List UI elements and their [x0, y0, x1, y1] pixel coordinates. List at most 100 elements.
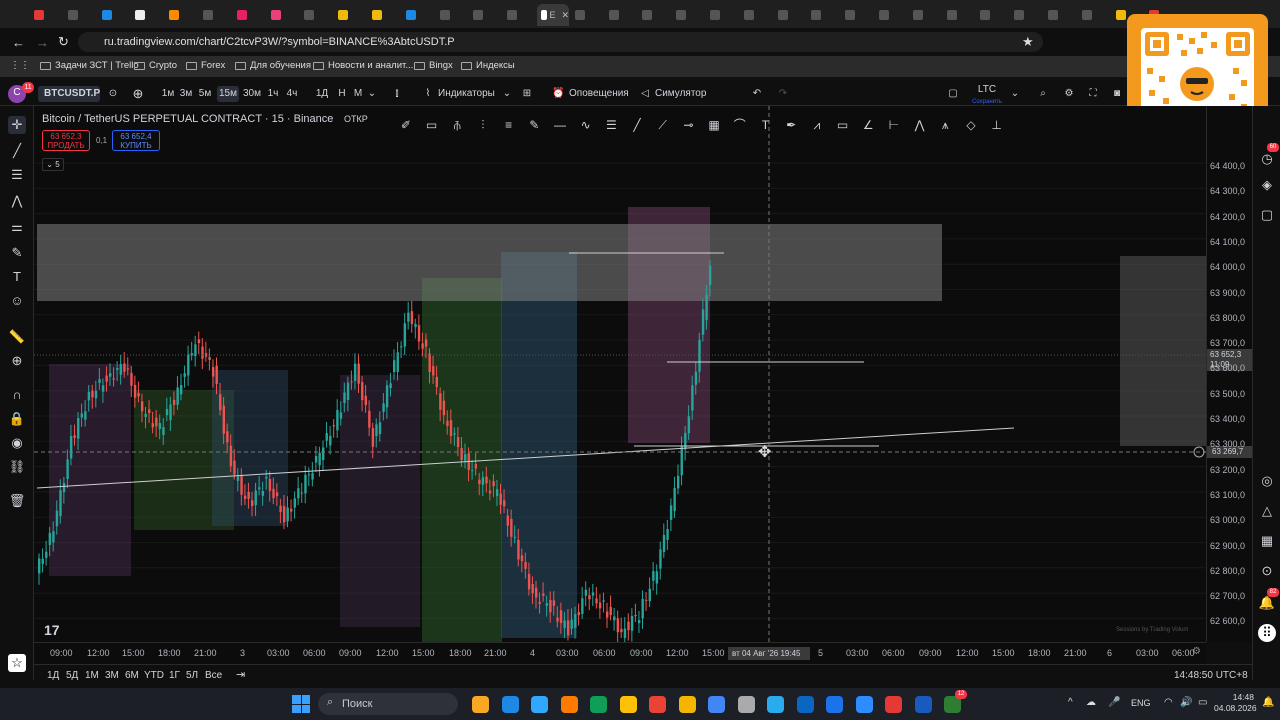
- horizontal-line-icon[interactable]: —: [547, 115, 573, 135]
- tab-close-icon[interactable]: ✕: [561, 10, 569, 21]
- regression-icon[interactable]: ⩘: [804, 115, 830, 135]
- price-scale[interactable]: 63 652,3 11:09 63 269,7 64 400,0 64 300,0 6…: [1206, 106, 1253, 642]
- indicators-collapse[interactable]: ⌄ 5: [42, 158, 64, 171]
- layout-name[interactable]: LTC Сохранить: [972, 84, 1002, 105]
- path-icon[interactable]: ∿: [573, 115, 599, 135]
- fib-retracement-icon[interactable]: ☰: [599, 115, 625, 135]
- quick-search-icon[interactable]: ⌕: [1036, 86, 1050, 102]
- interval-3[interactable]: 15м: [217, 86, 239, 102]
- browser-tab[interactable]: [774, 4, 806, 26]
- brush-icon[interactable]: ✎: [521, 115, 547, 135]
- range-button[interactable]: 1Д: [47, 670, 59, 681]
- tray-chevron-icon[interactable]: ^: [1068, 697, 1073, 708]
- calendar-icon[interactable]: ▦: [1258, 532, 1276, 550]
- apps-grid-icon[interactable]: ⠿: [1258, 624, 1276, 642]
- price-chart[interactable]: ✥: [34, 106, 1206, 642]
- diamond-icon[interactable]: ◇: [958, 115, 984, 135]
- brush-icon[interactable]: ✎: [8, 244, 26, 262]
- hotlist-icon[interactable]: △: [1258, 502, 1276, 520]
- extended-line-icon[interactable]: ⟋: [650, 115, 676, 135]
- marker-icon[interactable]: ✒: [778, 115, 804, 135]
- magnet-icon[interactable]: ∩: [8, 386, 26, 404]
- reload-icon[interactable]: ↻: [58, 34, 69, 50]
- browser-tab[interactable]: [943, 4, 975, 26]
- cloud-icon[interactable]: ☁: [1086, 697, 1096, 708]
- interval-8[interactable]: Н: [334, 86, 350, 102]
- range-button[interactable]: 6М: [125, 670, 139, 681]
- browser-tab[interactable]: [503, 4, 535, 26]
- text-tool-icon[interactable]: T: [8, 268, 26, 286]
- trendline-icon[interactable]: ╱: [8, 142, 26, 160]
- pattern-icon[interactable]: ⋀: [8, 192, 26, 210]
- bookmark-item[interactable]: Задачи ЗСТ | Trello: [40, 60, 139, 71]
- interval-4[interactable]: 30м: [241, 86, 263, 102]
- channel-icon[interactable]: ≡: [496, 115, 522, 135]
- range-button[interactable]: 5Л: [186, 670, 198, 681]
- browser-tab[interactable]: [436, 4, 468, 26]
- explorer-icon[interactable]: [619, 696, 637, 713]
- symbol-search[interactable]: BTCUSDT.P: [38, 86, 100, 102]
- range-button[interactable]: 3М: [105, 670, 119, 681]
- browser-tab[interactable]: [1010, 4, 1042, 26]
- indicators-dropdown-icon[interactable]: ⌄: [502, 86, 512, 102]
- browser-tab[interactable]: [300, 4, 332, 26]
- browser-tab[interactable]: [976, 4, 1008, 26]
- windows-start-icon[interactable]: [292, 695, 310, 713]
- range-button[interactable]: 5Д: [66, 670, 78, 681]
- link-icon[interactable]: ⛓: [8, 458, 26, 476]
- arc-icon[interactable]: ⌒: [727, 115, 753, 135]
- photoshop-icon[interactable]: [531, 696, 548, 713]
- system-clock[interactable]: 14:48 04.08.2026: [1214, 692, 1257, 714]
- sell-button[interactable]: 63 652,3 ПРОДАТЬ: [42, 130, 90, 151]
- zoom-icon[interactable]: [855, 696, 873, 713]
- measure-icon[interactable]: ⊢: [881, 115, 907, 135]
- fib-icon[interactable]: ☰: [8, 166, 26, 184]
- range-button[interactable]: 1Г: [169, 670, 180, 681]
- chat-icon[interactable]: ▢: [1258, 206, 1276, 224]
- browser-tab[interactable]: [740, 4, 772, 26]
- taskbar-search[interactable]: Поиск: [318, 693, 458, 715]
- replay-icon[interactable]: ◁: [638, 86, 652, 102]
- ray-icon[interactable]: ╱: [624, 115, 650, 135]
- pencil-icon[interactable]: ✐: [393, 115, 419, 135]
- browser-tab[interactable]: [64, 4, 96, 26]
- bookmark-item[interactable]: Новости и аналит...: [313, 60, 413, 71]
- bookmark-item[interactable]: Для обучения: [235, 60, 311, 71]
- interval-dropdown-icon[interactable]: ⌄: [367, 86, 377, 102]
- browser-tab[interactable]: [605, 4, 637, 26]
- settings-icon[interactable]: ⚙: [1062, 86, 1076, 102]
- star-icon[interactable]: ★: [1022, 34, 1034, 50]
- anchor-icon[interactable]: ⊥: [984, 115, 1010, 135]
- sheets-icon[interactable]: [826, 696, 843, 713]
- goto-date-icon[interactable]: ⇥: [236, 668, 245, 681]
- trash-icon[interactable]: 🗑: [8, 492, 26, 510]
- lock-icon[interactable]: 🔒: [8, 410, 26, 428]
- battery-icon[interactable]: ▭: [1198, 697, 1207, 708]
- horizontal-ray-icon[interactable]: ⊸: [676, 115, 702, 135]
- rectangle-icon[interactable]: ▭: [419, 115, 445, 135]
- browser-tab[interactable]: [98, 4, 130, 26]
- alert-icon[interactable]: ⏰: [552, 86, 564, 102]
- illustrator-icon[interactable]: [560, 696, 578, 713]
- davinci-icon[interactable]: [590, 696, 607, 713]
- ideas-icon[interactable]: ⊙: [1258, 562, 1276, 580]
- interval-6[interactable]: 4ч: [284, 86, 300, 102]
- browser-tab[interactable]: [706, 4, 738, 26]
- interval-2[interactable]: 5м: [197, 86, 213, 102]
- browser-tab[interactable]: [233, 4, 265, 26]
- chart-pane[interactable]: ✥ Bitcoin / TetherUS PERPETUAL CONTRACT …: [34, 106, 1206, 642]
- browser-tab[interactable]: E ✕: [537, 4, 569, 26]
- browser-tab[interactable]: [672, 4, 704, 26]
- zoom-icon[interactable]: ⊕: [8, 352, 26, 370]
- parallel-icon[interactable]: ⫶: [470, 115, 496, 135]
- interval-0[interactable]: 1м: [160, 86, 176, 102]
- word-icon[interactable]: [914, 696, 932, 713]
- range-button[interactable]: 1М: [85, 670, 99, 681]
- layout-select-icon[interactable]: ▢: [946, 86, 960, 102]
- zigzag-icon[interactable]: ⋀: [907, 115, 933, 135]
- range-button[interactable]: Все: [205, 670, 222, 681]
- browser-tab[interactable]: [841, 4, 873, 26]
- clock-icon[interactable]: ◷: [1258, 150, 1276, 168]
- bookmark-item[interactable]: Индексы: [461, 60, 515, 71]
- browser-tab[interactable]: [1044, 4, 1076, 26]
